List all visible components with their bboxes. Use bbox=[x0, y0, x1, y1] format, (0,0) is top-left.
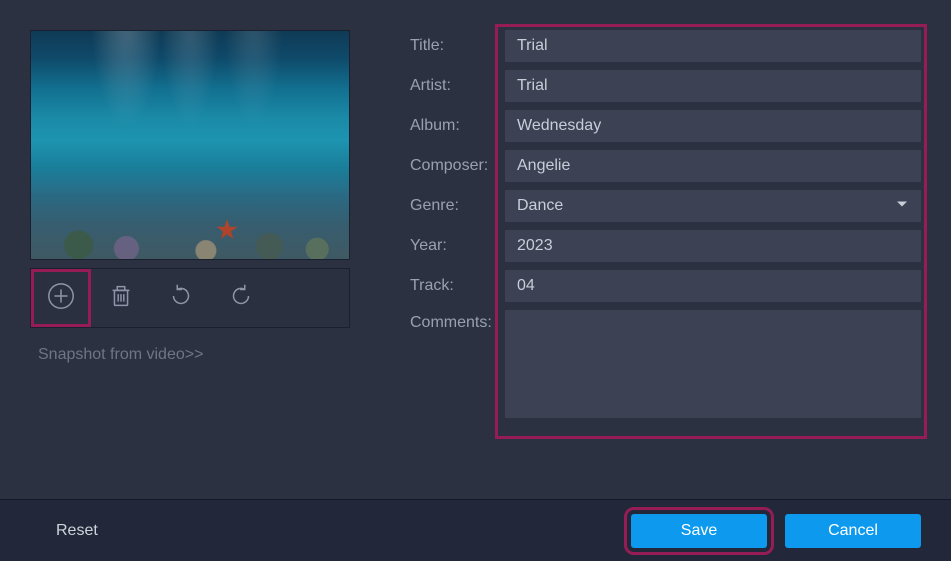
composer-label: Composer: bbox=[410, 157, 505, 175]
footer-bar: Reset Save Cancel bbox=[0, 499, 951, 561]
comments-label: Comments: bbox=[410, 310, 505, 332]
title-field[interactable] bbox=[505, 30, 921, 62]
genre-label: Genre: bbox=[410, 197, 505, 215]
add-image-button[interactable] bbox=[31, 269, 91, 327]
year-label: Year: bbox=[410, 237, 505, 255]
delete-image-button[interactable] bbox=[91, 269, 151, 327]
artist-label: Artist: bbox=[410, 77, 505, 95]
plus-circle-icon bbox=[46, 281, 76, 316]
rotate-right-button[interactable] bbox=[211, 269, 271, 327]
save-button[interactable]: Save bbox=[631, 514, 767, 548]
title-label: Title: bbox=[410, 37, 505, 55]
comments-field[interactable] bbox=[505, 310, 921, 418]
track-field[interactable] bbox=[505, 270, 921, 302]
save-button-label: Save bbox=[681, 522, 717, 540]
year-field[interactable] bbox=[505, 230, 921, 262]
track-label: Track: bbox=[410, 277, 505, 295]
cancel-button[interactable]: Cancel bbox=[785, 514, 921, 548]
album-art-thumbnail[interactable] bbox=[30, 30, 350, 260]
rotate-cw-icon bbox=[226, 281, 256, 316]
reset-button-label: Reset bbox=[56, 522, 98, 540]
starfish-decoration bbox=[216, 219, 238, 241]
rotate-left-button[interactable] bbox=[151, 269, 211, 327]
snapshot-from-video-link[interactable]: Snapshot from video>> bbox=[30, 346, 203, 364]
trash-icon bbox=[106, 281, 136, 316]
album-field[interactable] bbox=[505, 110, 921, 142]
genre-select[interactable] bbox=[505, 190, 921, 222]
rotate-ccw-icon bbox=[166, 281, 196, 316]
composer-field[interactable] bbox=[505, 150, 921, 182]
thumbnail-toolbar bbox=[30, 268, 350, 328]
album-label: Album: bbox=[410, 117, 505, 135]
reset-button[interactable]: Reset bbox=[38, 514, 116, 548]
artist-field[interactable] bbox=[505, 70, 921, 102]
cancel-button-label: Cancel bbox=[828, 522, 878, 540]
